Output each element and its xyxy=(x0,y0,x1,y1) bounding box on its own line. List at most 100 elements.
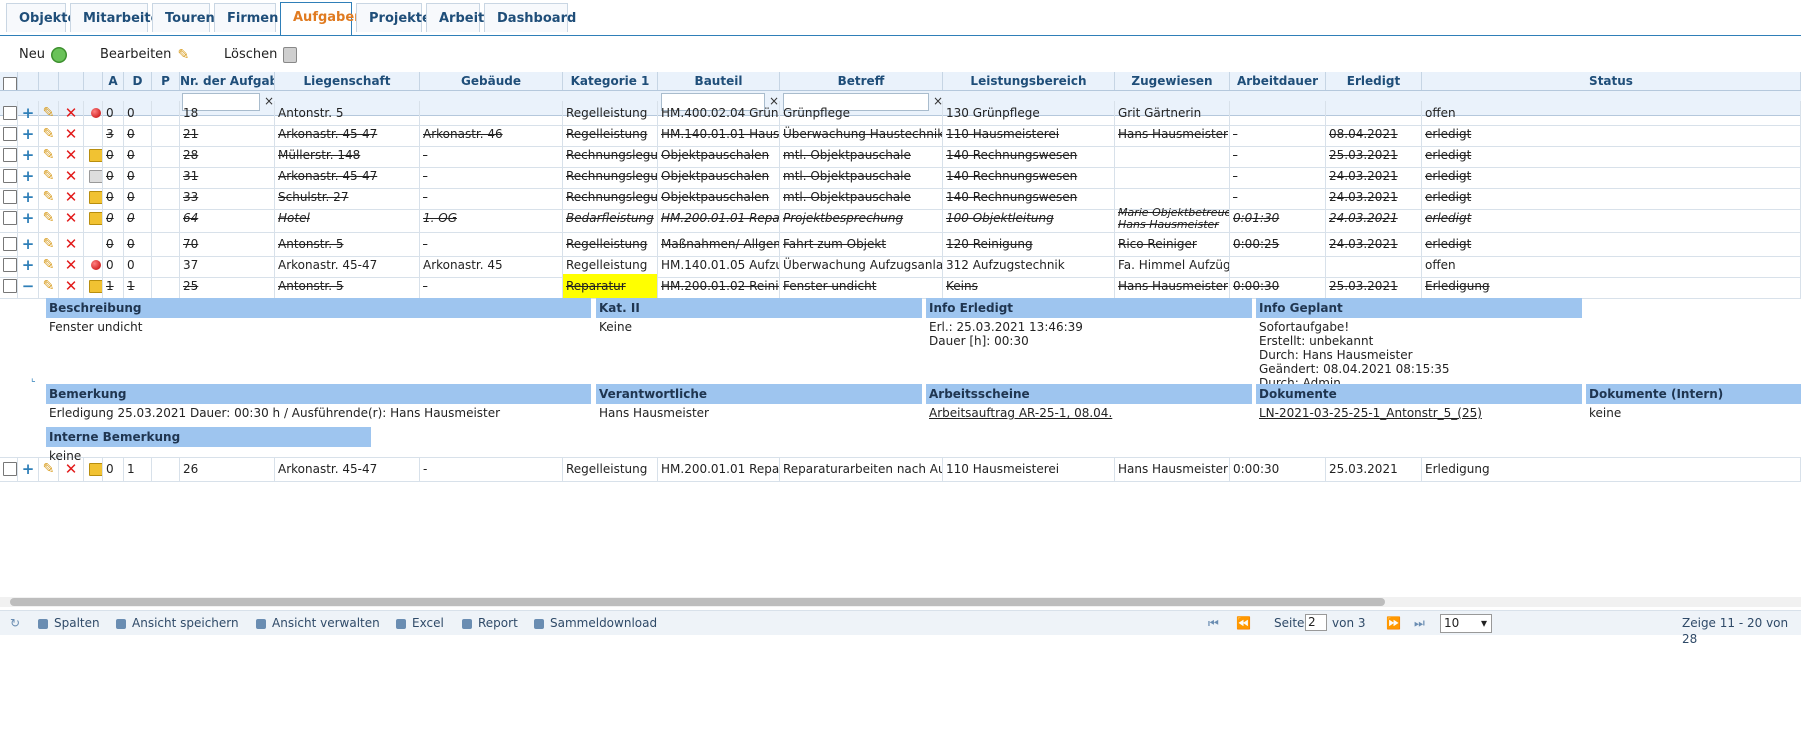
cell-kat: Bedarfleistung xyxy=(563,206,658,232)
tab-arbeit[interactable]: Arbeit xyxy=(426,3,484,32)
detail-dokumente-intern: Dokumente (Intern) keine xyxy=(1586,384,1801,420)
sammeldownload-button[interactable]: Sammeldownload xyxy=(534,615,657,631)
interne-bemerkung-heading: Interne Bemerkung xyxy=(46,427,371,447)
horizontal-scrollbar[interactable] xyxy=(0,597,1801,607)
spalten-button[interactable]: Spalten xyxy=(38,615,100,631)
last-page-icon[interactable]: ⏭ xyxy=(1414,615,1425,631)
document-folder-icon xyxy=(89,280,102,293)
detail-info-erledigt: Info Erledigt Erl.: 25.03.2021 13:46:39 D… xyxy=(926,298,1252,348)
checkbox[interactable] xyxy=(3,462,17,476)
header-lieg[interactable]: Liegenschaft xyxy=(275,72,420,90)
edit-pencil-icon[interactable]: ✎ xyxy=(39,206,59,232)
expand-icon[interactable]: + xyxy=(18,206,39,232)
ansicht-speichern-button[interactable]: Ansicht speichern xyxy=(116,615,239,631)
cell-bau: HM.200.01.01 Reparatur xyxy=(658,457,780,481)
header-d[interactable]: D xyxy=(124,72,152,90)
cell-status: Erledigung xyxy=(1422,457,1801,481)
pin-icon xyxy=(38,618,48,629)
tab-projekte[interactable]: Projekte xyxy=(356,3,431,32)
tab-dashboard[interactable]: Dashboard xyxy=(484,3,576,32)
header-p[interactable]: P xyxy=(152,72,180,90)
checkbox[interactable] xyxy=(3,127,17,141)
ansicht-verwalten-button[interactable]: Ansicht verwalten xyxy=(256,615,380,631)
grid-header-row: ADPNr. der AufgabeLiegenschaftGebäudeKat… xyxy=(0,72,1801,91)
expand-icon[interactable]: + xyxy=(18,457,39,481)
beschreibung-heading: Beschreibung xyxy=(46,298,591,318)
delete-x-icon[interactable]: ✕ xyxy=(59,206,84,232)
tab-mitarbeiter[interactable]: Mitarbeiter xyxy=(70,3,166,32)
tab-objekte[interactable]: Objekte xyxy=(6,3,76,32)
tab-aufgaben[interactable]: Aufgaben xyxy=(280,2,363,35)
next-page-icon[interactable]: ⏩ xyxy=(1386,615,1401,631)
page-size-select[interactable]: 10 ▾ xyxy=(1440,614,1492,633)
prev-page-icon[interactable]: ⏪ xyxy=(1236,615,1251,631)
edit-label: Bearbeiten xyxy=(100,47,172,62)
arbeitsschein-link[interactable]: Arbeitsauftrag AR-25-1, 08.04. xyxy=(929,406,1112,420)
header-a[interactable]: A xyxy=(103,72,124,90)
select-all-checkbox[interactable] xyxy=(3,77,17,90)
checkbox[interactable] xyxy=(3,148,17,162)
edit-button[interactable]: Bearbeiten ✎ xyxy=(100,46,193,64)
document-folder-icon xyxy=(89,191,102,204)
header-edit[interactable] xyxy=(39,72,59,90)
header-del[interactable] xyxy=(59,72,84,90)
trash-icon xyxy=(283,46,298,63)
cell-nr: 64 xyxy=(180,206,275,232)
header-geb[interactable]: Gebäude xyxy=(420,72,563,90)
bemerkung-heading: Bemerkung xyxy=(46,384,591,404)
checkbox[interactable] xyxy=(3,211,17,225)
document-folder-icon xyxy=(89,212,102,225)
kat2-heading: Kat. II xyxy=(596,298,922,318)
seite-label: Seite xyxy=(1274,616,1305,630)
dokumente-heading: Dokumente xyxy=(1256,384,1582,404)
header-erl[interactable]: Erledigt xyxy=(1326,72,1422,90)
verwalten-label: Ansicht verwalten xyxy=(272,616,380,630)
report-button[interactable]: Report xyxy=(462,615,518,631)
header-plus[interactable] xyxy=(18,72,39,90)
info-erledigt-text: Erl.: 25.03.2021 13:46:39 Dauer [h]: 00:… xyxy=(929,320,1083,348)
header-bau[interactable]: Bauteil xyxy=(658,72,780,90)
cell-d: 0 xyxy=(124,206,152,232)
header-bet[interactable]: Betreff xyxy=(780,72,943,90)
cell-kat: Regelleistung xyxy=(563,457,658,481)
header-kat[interactable]: Kategorie 1 xyxy=(563,72,658,90)
header-ic[interactable] xyxy=(84,72,103,90)
header-status[interactable]: Status xyxy=(1422,72,1801,90)
checkbox[interactable] xyxy=(3,258,17,272)
speichern-label: Ansicht speichern xyxy=(132,616,239,630)
page-input[interactable]: 2 xyxy=(1305,614,1327,631)
cell-bet: Projektbesprechung xyxy=(780,206,943,232)
info-erledigt-heading: Info Erledigt xyxy=(926,298,1252,318)
tab-touren[interactable]: Touren xyxy=(152,3,215,32)
checkbox[interactable] xyxy=(3,237,17,251)
row-detail-panel: ⌞ Beschreibung Fenster undicht Kat. II Kei… xyxy=(0,295,1801,463)
detail-interne-bemerkung: Interne Bemerkung keine xyxy=(46,427,371,463)
cell-erl: 25.03.2021 xyxy=(1326,457,1422,481)
header-chk[interactable] xyxy=(0,72,18,90)
first-page-icon[interactable]: ⏮ xyxy=(1208,615,1219,631)
header-leist[interactable]: Leistungsbereich xyxy=(943,72,1115,90)
header-dauer[interactable]: Arbeitdauer xyxy=(1230,72,1326,90)
tab-firmen[interactable]: Firmen xyxy=(214,3,278,32)
scrollbar-thumb[interactable] xyxy=(10,598,1385,606)
new-button[interactable]: Neu xyxy=(19,46,67,64)
dokument-link[interactable]: LN-2021-03-25-25-1_Antonstr_5_(25) xyxy=(1259,406,1482,420)
refresh-icon[interactable]: ↻ xyxy=(10,615,20,631)
excel-button[interactable]: Excel xyxy=(396,615,444,631)
delete-button[interactable]: Löschen xyxy=(224,46,298,64)
edit-icon: ✎ xyxy=(177,46,190,63)
row-checkbox[interactable] xyxy=(0,457,18,481)
checkbox[interactable] xyxy=(3,169,17,183)
info-geplant-text: Sofortaufgabe! Erstellt: unbekannt Durch… xyxy=(1259,320,1450,390)
status-red-dot-icon xyxy=(91,108,101,118)
table-row[interactable]: + ✎ ✕ 0 0 64 Hotel 1. OG Bedarfleistung HM.200.01… xyxy=(0,206,1801,233)
checkbox[interactable] xyxy=(3,190,17,204)
interne-bemerkung-text: keine xyxy=(49,449,82,463)
checkbox[interactable] xyxy=(3,106,17,120)
dokumente-intern-text: keine xyxy=(1589,406,1622,420)
assignee-line-2: Hans Hausmeister xyxy=(1118,218,1219,231)
header-nr[interactable]: Nr. der Aufgabe xyxy=(180,72,275,90)
header-zug[interactable]: Zugewiesen xyxy=(1115,72,1230,90)
row-checkbox[interactable] xyxy=(0,206,18,232)
checkbox[interactable] xyxy=(3,279,17,293)
